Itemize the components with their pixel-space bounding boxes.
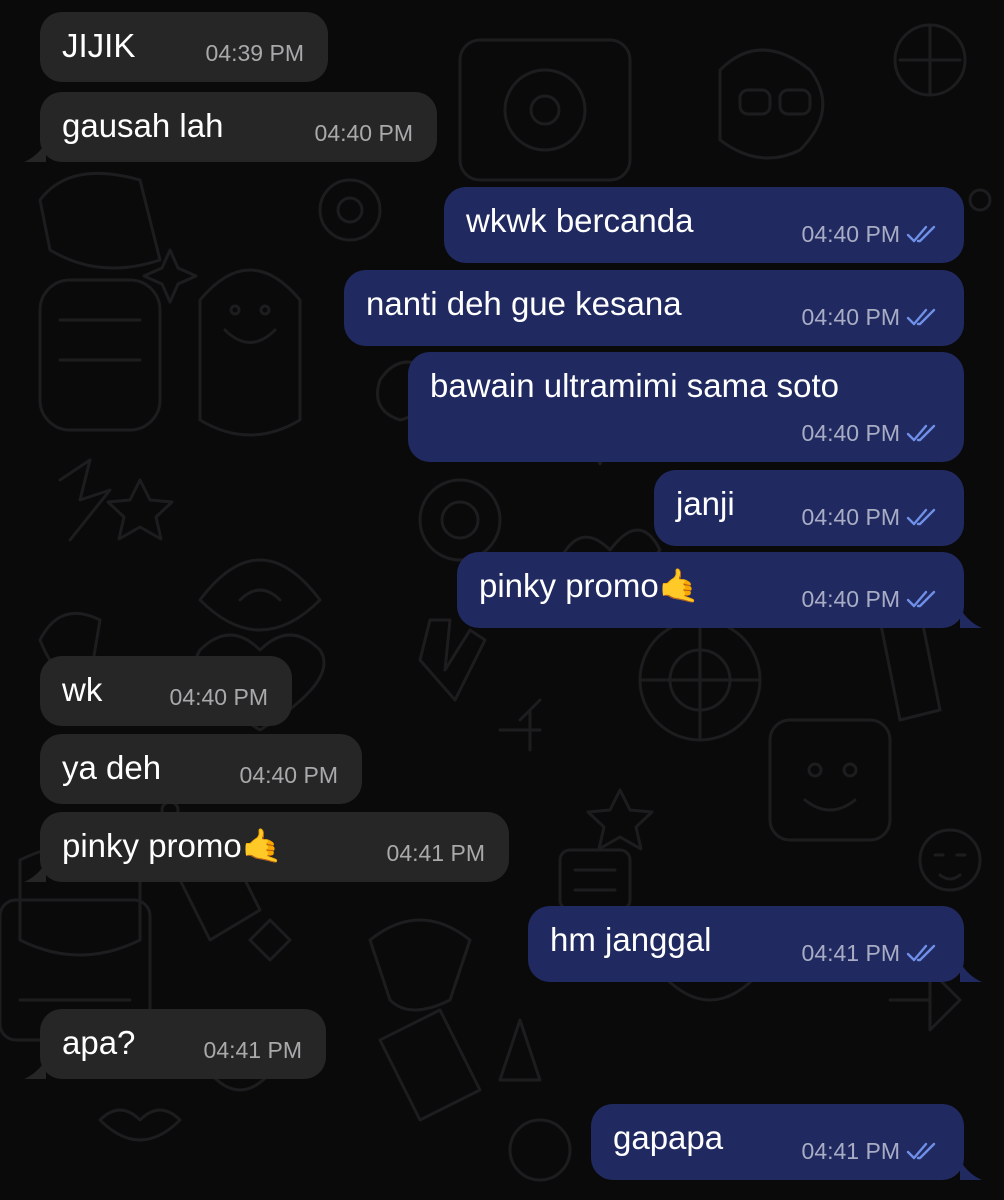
- message-timestamp: 04:40 PM: [169, 684, 268, 710]
- message-text: gausah lah: [62, 107, 224, 144]
- message-text: gapapa: [613, 1119, 724, 1156]
- message-timestamp: 04:40 PM: [801, 586, 900, 612]
- bubble-tail: [24, 142, 46, 162]
- incoming-message-bubble[interactable]: gausah lah 04:40 PM: [40, 92, 437, 162]
- message-text: bawain ultramimi sama soto: [430, 367, 839, 404]
- message-timestamp: 04:40 PM: [314, 120, 413, 146]
- message-text: wkwk bercanda: [466, 202, 694, 239]
- message-text: pinky promo🤙: [62, 827, 283, 864]
- message-timestamp: 04:41 PM: [386, 840, 485, 866]
- message-text: hm janggal: [550, 921, 712, 958]
- outgoing-message-bubble[interactable]: bawain ultramimi sama soto 04:40 PM: [408, 352, 964, 462]
- double-check-read-icon: [906, 424, 936, 442]
- bubble-tail: [24, 1059, 46, 1079]
- bubble-tail: [24, 862, 46, 882]
- message-text: nanti deh gue kesana: [366, 285, 682, 322]
- message-meta: 04:40 PM: [802, 504, 940, 530]
- bubble-tail: [960, 608, 982, 628]
- outgoing-message-bubble[interactable]: janji 04:40 PM: [654, 470, 964, 546]
- message-timestamp: 04:40 PM: [239, 762, 338, 788]
- message-timestamp: 04:40 PM: [801, 304, 900, 330]
- message-meta: 04:40 PM: [802, 420, 940, 446]
- message-timestamp: 04:40 PM: [801, 504, 900, 530]
- message-meta: 04:40 PM: [802, 304, 940, 330]
- message-meta: 04:41 PM: [802, 1138, 940, 1164]
- bubble-tail: [960, 962, 982, 982]
- message-timestamp: 04:41 PM: [801, 1138, 900, 1164]
- message-text: janji: [676, 485, 735, 522]
- outgoing-message-bubble[interactable]: pinky promo🤙 04:40 PM: [457, 552, 964, 628]
- double-check-read-icon: [906, 1142, 936, 1160]
- double-check-read-icon: [906, 225, 936, 243]
- double-check-read-icon: [906, 590, 936, 608]
- incoming-message-bubble[interactable]: apa? 04:41 PM: [40, 1009, 326, 1079]
- double-check-read-icon: [906, 944, 936, 962]
- double-check-read-icon: [906, 308, 936, 326]
- incoming-message-bubble[interactable]: ya deh 04:40 PM: [40, 734, 362, 804]
- message-meta: 04:40 PM: [802, 586, 940, 612]
- bubble-tail: [960, 1160, 982, 1180]
- outgoing-message-bubble[interactable]: hm janggal 04:41 PM: [528, 906, 964, 982]
- message-meta: 04:40 PM: [802, 221, 940, 247]
- message-text: JIJIK: [62, 27, 136, 64]
- outgoing-message-bubble[interactable]: nanti deh gue kesana 04:40 PM: [344, 270, 964, 346]
- message-timestamp: 04:40 PM: [801, 420, 900, 446]
- message-text: apa?: [62, 1024, 136, 1061]
- incoming-message-bubble[interactable]: JIJIK 04:39 PM: [40, 12, 328, 82]
- outgoing-message-bubble[interactable]: wkwk bercanda 04:40 PM: [444, 187, 964, 263]
- message-timestamp: 04:41 PM: [203, 1037, 302, 1063]
- outgoing-message-bubble[interactable]: gapapa 04:41 PM: [591, 1104, 964, 1180]
- message-timestamp: 04:39 PM: [205, 40, 304, 66]
- message-text: wk: [62, 671, 103, 708]
- double-check-read-icon: [906, 508, 936, 526]
- message-text: pinky promo🤙: [479, 567, 700, 604]
- message-meta: 04:41 PM: [802, 940, 940, 966]
- incoming-message-bubble[interactable]: wk 04:40 PM: [40, 656, 292, 726]
- message-text: ya deh: [62, 749, 162, 786]
- incoming-message-bubble[interactable]: pinky promo🤙 04:41 PM: [40, 812, 509, 882]
- chat-area[interactable]: JIJIK 04:39 PM gausah lah 04:40 PM wkwk …: [0, 0, 1004, 1200]
- message-timestamp: 04:41 PM: [801, 940, 900, 966]
- message-timestamp: 04:40 PM: [801, 221, 900, 247]
